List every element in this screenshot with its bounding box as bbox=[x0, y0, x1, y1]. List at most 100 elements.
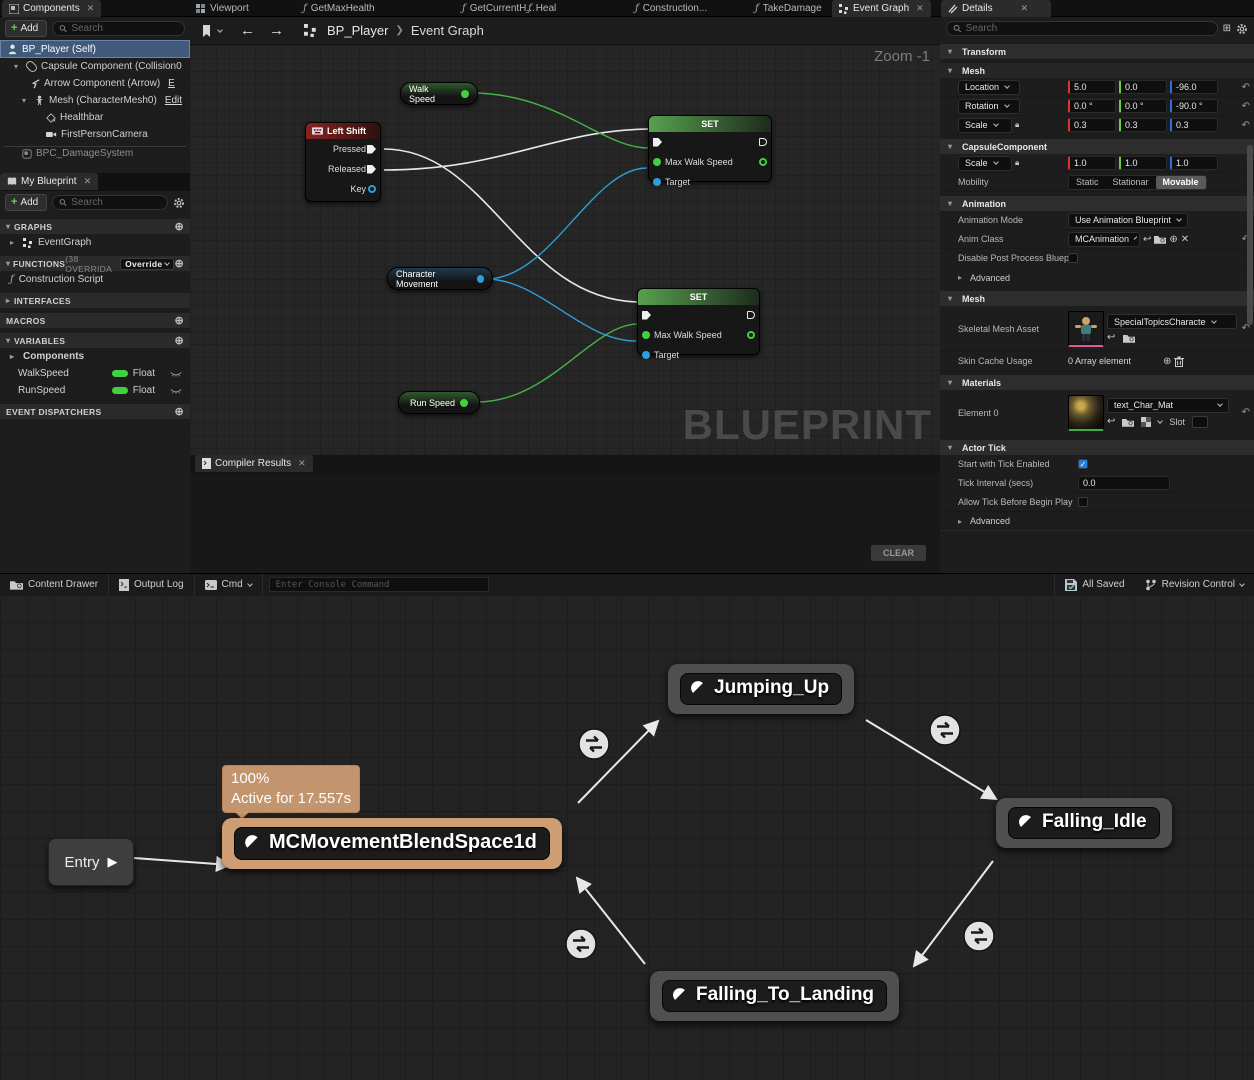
slot-field[interactable] bbox=[1192, 416, 1208, 428]
walk-speed-node[interactable]: Walk Speed bbox=[400, 82, 478, 105]
tab-details[interactable]: Details ✕ bbox=[941, 0, 1051, 17]
set-node-2[interactable]: SET Max Walk Speed Target bbox=[637, 288, 760, 355]
state-node-mcmovementblendspace1d[interactable]: MCMovementBlendSpace1d bbox=[222, 818, 562, 869]
max-walk-speed-out-pin[interactable] bbox=[759, 158, 767, 166]
add-function-icon[interactable]: ⊕ bbox=[174, 257, 184, 270]
reset-icon[interactable]: ↶ bbox=[1242, 82, 1250, 93]
max-walk-speed-out-pin[interactable] bbox=[747, 331, 755, 339]
tab-heal[interactable]: ƒHeal bbox=[528, 0, 556, 17]
entry-node[interactable]: Entry ▶ bbox=[48, 838, 134, 886]
tab-compiler-results[interactable]: Compiler Results ✕ bbox=[195, 455, 313, 472]
components-group[interactable]: ▸Components bbox=[0, 348, 190, 365]
play-output-pin[interactable]: ▶ bbox=[108, 854, 118, 870]
anim-class-dropdown[interactable]: MCAnimation bbox=[1068, 232, 1140, 247]
location-dropdown[interactable]: Location bbox=[958, 80, 1020, 95]
float-output-pin[interactable] bbox=[461, 90, 469, 98]
rotation-x-field[interactable]: 0.0 ° bbox=[1068, 99, 1116, 113]
tick-enabled-checkbox[interactable]: ✓ bbox=[1078, 459, 1088, 469]
lock-icon[interactable]: 🔒︎ bbox=[1015, 158, 1019, 168]
skeletal-mesh-dropdown[interactable]: SpecialTopicsCharacte bbox=[1107, 314, 1237, 329]
gear-icon[interactable] bbox=[1236, 23, 1248, 35]
details-search[interactable] bbox=[946, 21, 1218, 36]
actor-tick-section-header[interactable]: ▾Actor Tick bbox=[940, 440, 1254, 455]
add-icon[interactable]: ⊕ bbox=[1169, 234, 1177, 245]
reset-icon[interactable]: ↶ bbox=[1242, 120, 1250, 131]
add-macro-icon[interactable]: ⊕ bbox=[174, 314, 184, 327]
allow-tick-checkbox[interactable] bbox=[1078, 497, 1088, 507]
run-speed-node[interactable]: Run Speed bbox=[398, 391, 480, 414]
tree-item-capsule[interactable]: ▾ Capsule Component (Collision0 bbox=[0, 58, 190, 75]
lock-icon[interactable]: 🔒︎ bbox=[1015, 120, 1019, 130]
scale-x-field[interactable]: 0.3 bbox=[1068, 118, 1116, 132]
exec-in-pin[interactable] bbox=[642, 311, 651, 320]
add-element-icon[interactable]: ⊕ bbox=[1163, 356, 1171, 367]
transition-node-icon[interactable] bbox=[566, 715, 994, 959]
close-icon[interactable]: ✕ bbox=[1021, 3, 1029, 14]
functions-header[interactable]: ▾ FUNCTIONS (38 OVERRIDA Override ⊕ bbox=[0, 256, 190, 271]
max-walk-speed-in-pin[interactable] bbox=[642, 331, 650, 339]
tree-item-arrow[interactable]: Arrow Component (Arrow)E bbox=[0, 75, 190, 92]
tab-event-graph[interactable]: Event Graph ✕ bbox=[832, 0, 931, 17]
location-z-field[interactable]: -96.0 bbox=[1170, 80, 1218, 94]
clear-icon[interactable]: ✕ bbox=[1181, 234, 1189, 245]
tree-item-firstpersoncamera[interactable]: FirstPersonCamera bbox=[0, 126, 190, 143]
my-blueprint-search-input[interactable] bbox=[71, 197, 161, 208]
expander-icon[interactable]: ▾ bbox=[22, 96, 30, 105]
mobility-static[interactable]: Static bbox=[1069, 176, 1106, 189]
clear-button[interactable]: CLEAR bbox=[871, 545, 926, 561]
animation-section-header[interactable]: ▾Animation bbox=[940, 196, 1254, 211]
tab-takedamage[interactable]: ƒTakeDamage bbox=[755, 0, 822, 17]
left-shift-node[interactable]: Left Shift Pressed Released Key bbox=[305, 122, 381, 202]
capsule-section-header[interactable]: ▾CapsuleComponent bbox=[940, 139, 1254, 154]
event-graph-canvas[interactable]: Zoom -1 Walk Speed Left Shift Pressed Re… bbox=[190, 45, 940, 455]
capsule-scale-x-field[interactable]: 1.0 bbox=[1068, 156, 1116, 170]
disable-post-process-checkbox[interactable] bbox=[1068, 253, 1078, 263]
close-icon[interactable]: ✕ bbox=[84, 176, 92, 187]
material-dropdown[interactable]: text_Char_Mat bbox=[1107, 398, 1229, 413]
revision-control-button[interactable]: Revision Control bbox=[1135, 574, 1254, 595]
event-dispatchers-header[interactable]: EVENT DISPATCHERS⊕ bbox=[0, 404, 190, 419]
state-node-falling-to-landing[interactable]: Falling_To_Landing bbox=[650, 971, 899, 1021]
capsule-scale-y-field[interactable]: 1.0 bbox=[1119, 156, 1167, 170]
variable-walkspeed[interactable]: WalkSpeed Float bbox=[0, 365, 190, 382]
components-search-input[interactable] bbox=[71, 23, 178, 34]
state-machine-canvas[interactable]: Entry ▶ 100% Active for 17.557s MCMoveme… bbox=[0, 595, 1254, 1080]
location-x-field[interactable]: 5.0 bbox=[1068, 80, 1116, 94]
object-output-pin[interactable] bbox=[477, 275, 484, 283]
add-variable-icon[interactable]: ⊕ bbox=[174, 334, 184, 347]
eye-closed-icon[interactable] bbox=[170, 387, 182, 395]
target-in-pin[interactable] bbox=[642, 351, 650, 359]
target-in-pin[interactable] bbox=[653, 178, 661, 186]
tree-item-mesh[interactable]: ▾ Mesh (CharacterMesh0)Edit bbox=[0, 92, 190, 109]
tab-getcurrenth[interactable]: ƒGetCurrentH... bbox=[462, 0, 535, 17]
animation-advanced-row[interactable]: ▸Advanced bbox=[940, 268, 1254, 287]
tab-construction[interactable]: ƒConstruction... bbox=[635, 0, 707, 17]
state-node-jumping-up[interactable]: Jumping_Up bbox=[668, 664, 854, 714]
tab-getmaxhealth[interactable]: ƒGetMaxHealth bbox=[303, 0, 375, 17]
all-saved-button[interactable]: All Saved bbox=[1054, 574, 1134, 595]
macros-header[interactable]: MACROS⊕ bbox=[0, 313, 190, 328]
override-dropdown[interactable]: Override bbox=[120, 258, 174, 270]
exec-in-pin[interactable] bbox=[653, 138, 662, 147]
edit-link[interactable]: E bbox=[168, 78, 175, 89]
variables-header[interactable]: ▾VARIABLES⊕ bbox=[0, 333, 190, 348]
set-node-1[interactable]: SET Max Walk Speed Target bbox=[648, 115, 772, 182]
chevron-down-icon[interactable] bbox=[1158, 418, 1164, 424]
key-output-pin[interactable] bbox=[368, 185, 376, 193]
float-output-pin[interactable] bbox=[460, 399, 468, 407]
add-component-button[interactable]: +Add bbox=[5, 20, 47, 37]
animation-mode-dropdown[interactable]: Use Animation Blueprint bbox=[1068, 213, 1188, 228]
browse-folder-icon[interactable] bbox=[1123, 333, 1135, 343]
add-dispatcher-icon[interactable]: ⊕ bbox=[174, 405, 184, 418]
content-drawer-button[interactable]: Content Drawer bbox=[0, 574, 109, 595]
rotation-dropdown[interactable]: Rotation bbox=[958, 99, 1020, 114]
expander-icon[interactable]: ▸ bbox=[10, 352, 18, 361]
scale-y-field[interactable]: 0.3 bbox=[1119, 118, 1167, 132]
materials-section-header[interactable]: ▾Materials bbox=[940, 375, 1254, 390]
mesh2-section-header[interactable]: ▾Mesh bbox=[940, 291, 1254, 306]
expander-icon[interactable]: ▾ bbox=[14, 62, 22, 71]
mesh-section-header[interactable]: ▾Mesh bbox=[940, 63, 1254, 78]
construction-script-item[interactable]: ƒConstruction Script bbox=[0, 271, 190, 288]
exec-pin-pressed[interactable] bbox=[367, 145, 376, 154]
bookmark-icon[interactable] bbox=[200, 24, 214, 38]
